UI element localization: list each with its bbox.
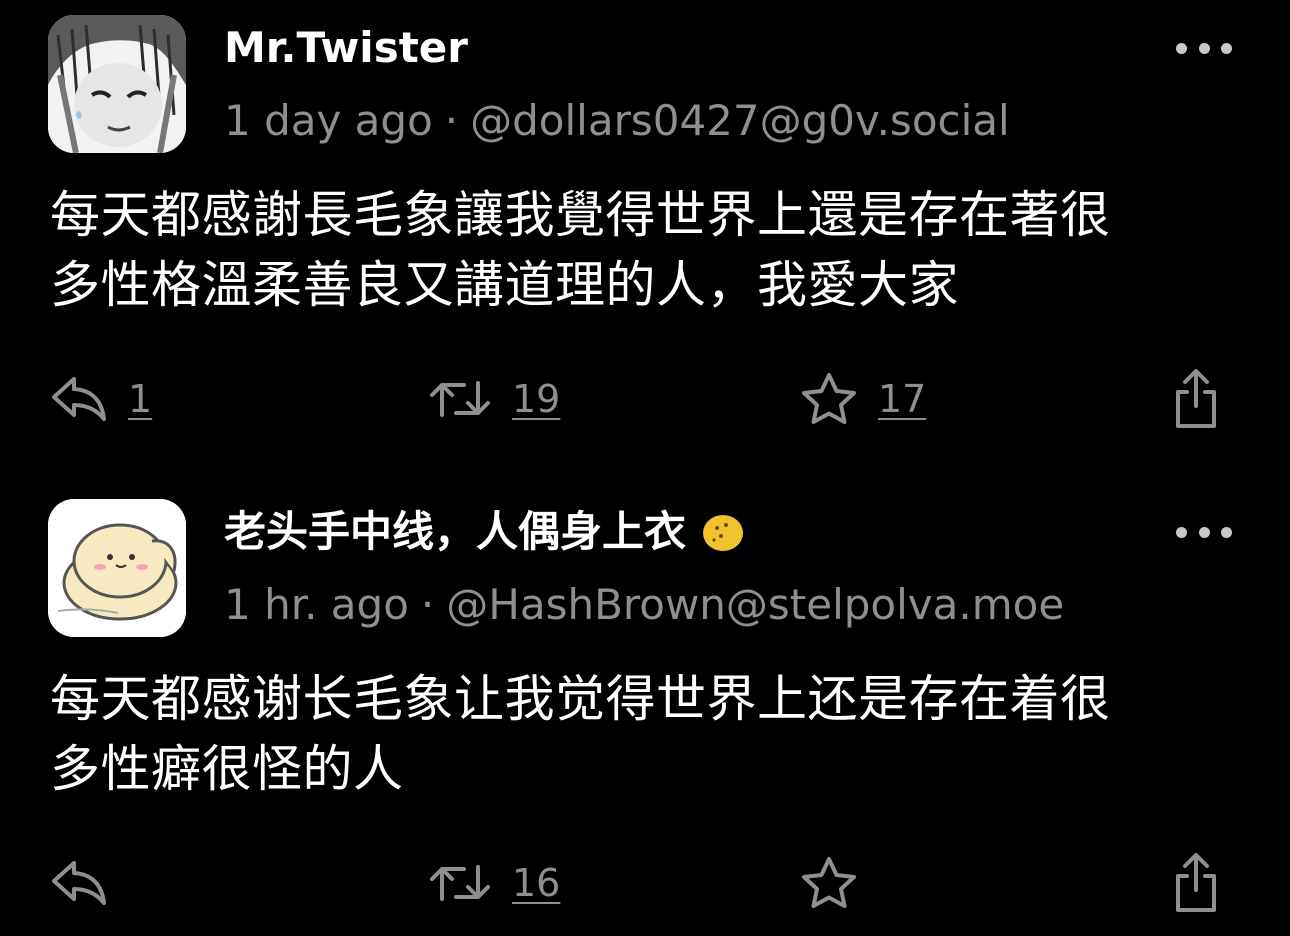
content-line: 每天都感謝長毛象讓我覺得世界上還是存在著很 xyxy=(50,186,1111,244)
star-icon xyxy=(802,857,856,908)
reply-button[interactable] xyxy=(50,848,128,918)
meta-separator: · xyxy=(420,580,435,629)
ellipsis-icon xyxy=(1176,526,1187,538)
boost-button[interactable]: 16 xyxy=(428,848,560,918)
content-line: 多性癖很怪的人 xyxy=(50,740,404,798)
post-time[interactable]: 1 day ago xyxy=(224,96,433,145)
content-line: 每天都感谢长毛象让我觉得世界上还是存在着很 xyxy=(50,670,1111,728)
reply-icon xyxy=(52,377,106,421)
share-icon xyxy=(1176,369,1216,428)
boost-count[interactable]: 19 xyxy=(512,377,560,421)
post-time[interactable]: 1 hr. ago xyxy=(224,580,409,629)
reply-icon xyxy=(52,861,106,905)
share-button[interactable] xyxy=(1172,364,1220,434)
display-name-text[interactable]: 老头手中线，人偶身上衣 xyxy=(224,507,686,556)
post-content: 每天都感謝長毛象讓我覺得世界上還是存在著很 多性格溫柔善良又講道理的人，我愛大家 xyxy=(50,180,1250,320)
more-options-button[interactable] xyxy=(1176,522,1232,542)
action-bar: 1 19 17 xyxy=(0,364,1290,434)
favourite-button[interactable]: 17 xyxy=(800,364,926,434)
content-line: 多性格溫柔善良又講道理的人，我愛大家 xyxy=(50,256,959,314)
boost-icon xyxy=(430,381,490,417)
display-name[interactable]: Mr.Twister xyxy=(224,22,468,74)
avatar[interactable] xyxy=(48,15,186,153)
post-content: 每天都感谢长毛象让我觉得世界上还是存在着很 多性癖很怪的人 xyxy=(50,664,1250,804)
boost-count[interactable]: 16 xyxy=(512,861,560,905)
boost-button[interactable]: 19 xyxy=(428,364,560,434)
star-icon xyxy=(802,373,856,424)
post: Mr.Twister 1 day ago · @dollars0427@g0v.so… xyxy=(0,0,1290,484)
account-handle[interactable]: @HashBrown@stelpolva.moe xyxy=(446,580,1064,629)
ellipsis-icon xyxy=(1176,42,1187,54)
post-meta: 1 day ago · @dollars0427@g0v.social xyxy=(224,93,1010,149)
favourite-count[interactable]: 17 xyxy=(878,377,926,421)
display-name-text[interactable]: Mr.Twister xyxy=(224,23,468,72)
display-name[interactable]: 老头手中线，人偶身上衣 xyxy=(224,506,746,558)
meta-separator: · xyxy=(444,96,459,145)
account-handle[interactable]: @dollars0427@g0v.social xyxy=(470,96,1010,145)
reply-count[interactable]: 1 xyxy=(128,377,152,421)
share-button[interactable] xyxy=(1172,848,1220,918)
share-icon xyxy=(1176,853,1216,912)
reply-button[interactable]: 1 xyxy=(50,364,152,434)
boost-icon xyxy=(430,865,490,901)
favourite-button[interactable] xyxy=(800,848,878,918)
post: 老头手中线，人偶身上衣 1 hr. ago · @HashBrown@stelpol… xyxy=(0,484,1290,936)
avatar[interactable] xyxy=(48,499,186,637)
action-bar: 16 xyxy=(0,848,1290,918)
more-options-button[interactable] xyxy=(1176,38,1232,58)
post-meta: 1 hr. ago · @HashBrown@stelpolva.moe xyxy=(224,577,1064,633)
custom-emoji-icon xyxy=(703,514,744,551)
